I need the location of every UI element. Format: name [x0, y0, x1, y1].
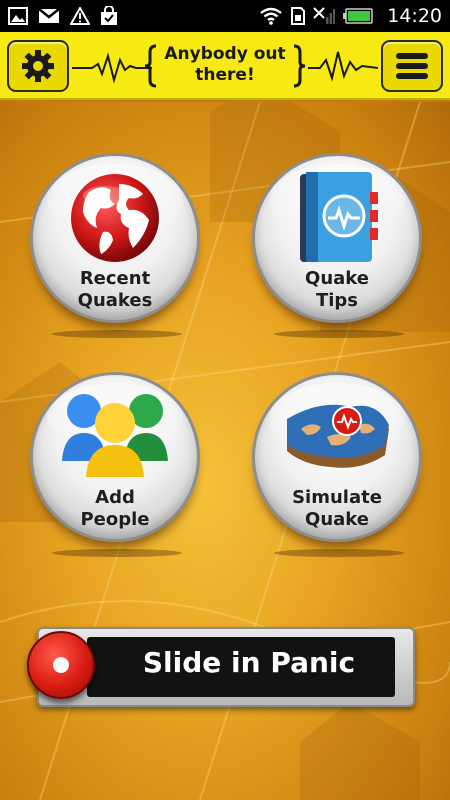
app-title-line-1: Anybody out [164, 44, 286, 64]
simulate-quake-button[interactable]: Simulate Quake [252, 372, 422, 542]
quake-tips-label: Quake Tips [255, 268, 419, 312]
menu-button[interactable] [381, 40, 443, 92]
panic-slider-label: Slide in Panic [142, 646, 356, 679]
signal-icon [313, 7, 336, 25]
add-people-label-line-1: Add [95, 487, 135, 508]
recent-quakes-label-line-1: Recent [79, 268, 151, 289]
clock: 14:20 [387, 5, 442, 27]
app-title-line-2: there! [195, 65, 255, 85]
recent-quakes-label: Recent Quakes [33, 268, 197, 312]
simulate-quake-label: Simulate Quake [255, 487, 419, 531]
settings-button[interactable] [7, 40, 69, 92]
simulate-quake-label-line-1: Simulate [292, 487, 382, 508]
globe-icon [67, 170, 163, 270]
quake-tips-label-line-2: Tips [315, 290, 359, 311]
shopping-bag-icon [100, 6, 118, 26]
gallery-icon [8, 7, 28, 25]
button-shadow [274, 549, 404, 557]
sim-icon [291, 7, 306, 25]
people-icon [60, 389, 170, 483]
battery-icon [343, 8, 373, 24]
button-shadow [274, 330, 404, 338]
recent-quakes-label-line-2: Quakes [77, 290, 153, 311]
warning-icon [70, 7, 90, 25]
app-title: Anybody out there! [158, 44, 292, 86]
button-shadow [52, 549, 182, 557]
gear-icon [9, 42, 67, 90]
add-people-label: Add People [33, 487, 197, 531]
gmail-icon [38, 7, 60, 25]
app-header: Anybody out there! [0, 32, 450, 100]
map-icon [281, 389, 393, 485]
quake-tips-button[interactable]: Quake Tips [252, 153, 422, 323]
panic-slider[interactable]: Slide in Panic [27, 627, 415, 707]
simulate-quake-label-line-2: Quake [305, 509, 369, 530]
quake-tips-label-line-1: Quake [305, 268, 369, 289]
status-bar: 14:20 [0, 0, 450, 32]
knob-dot-icon [53, 657, 69, 673]
book-icon [294, 170, 380, 272]
wifi-icon [259, 7, 283, 25]
add-people-button[interactable]: Add People [30, 372, 200, 542]
button-shadow [52, 330, 182, 338]
panic-slider-knob[interactable] [27, 631, 95, 699]
add-people-label-line-2: People [80, 509, 150, 530]
hamburger-menu-icon [383, 42, 441, 90]
recent-quakes-button[interactable]: Recent Quakes [30, 153, 200, 323]
